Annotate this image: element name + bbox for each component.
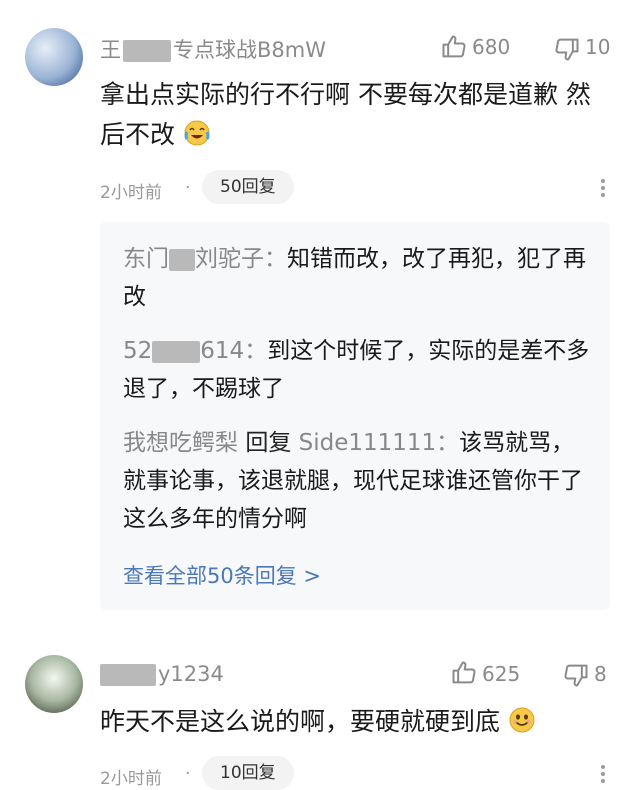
dislike-count: 8 [594,662,607,686]
view-all-replies-link[interactable]: 查看全部50条回复 > [123,560,321,590]
redacted-block [123,40,171,62]
more-options-icon[interactable] [600,764,606,787]
like-count: 680 [472,35,511,59]
like-count: 625 [482,662,521,686]
redacted-block [152,340,201,363]
thumbs-down-icon[interactable] [553,35,581,63]
comment-body: 拿出点实际的行不行啊 不要每次都是道歉 然后不改 [100,80,591,149]
reply-item: 东门 刘驼子：知错而改，改了再犯，犯了再改 [123,240,593,316]
crying-laughing-face-icon [183,119,211,147]
author-name-prefix: 王 [100,38,121,62]
avatar[interactable] [25,655,83,713]
reply-item: 我想吃鳄梨 回复 Side111111：该骂就骂，就事论事，该退就腿，现代足球谁… [123,424,593,538]
reply-separator: ： [244,338,268,364]
reply-author-prefix: 52 [123,338,153,364]
reply-author[interactable]: 52 614： [123,338,267,364]
redacted-block [169,248,195,271]
separator-dot: · [185,764,191,784]
reply-thread: 东门 刘驼子：知错而改，改了再犯，犯了再改 52 614：到这个时候了，实际的是差不… [100,222,610,610]
thumbs-up-icon[interactable] [450,659,478,687]
author-name-suffix: 专点球战B8mW [173,38,326,62]
reply-target[interactable]: Side111111： [299,430,460,456]
more-options-icon[interactable] [600,178,606,201]
reply-author-suffix: 614 [200,338,245,364]
comment-author[interactable]: 王 专点球战B8mW [100,34,326,64]
reply-separator: ： [436,430,460,456]
comment-text: 拿出点实际的行不行啊 不要每次都是道歉 然后不改 [100,75,600,155]
comment-body: 昨天不是这么说的啊，要硬就硬到底 [100,707,501,736]
reply-author[interactable]: 我想吃鳄梨 [123,430,238,456]
smiling-face-icon [508,706,536,734]
thumbs-down-icon[interactable] [562,661,590,689]
redacted-block [100,664,156,686]
reply-count-button[interactable]: 50回复 [202,170,294,204]
reply-separator: ： [264,246,287,272]
avatar[interactable] [25,28,83,86]
reply-count-button[interactable]: 10回复 [202,756,294,790]
reply-author-suffix: 刘驼子 [195,246,264,272]
comment-author[interactable]: y1234 [100,662,224,686]
reply-target-name: Side111111 [298,430,437,456]
separator-dot: · [185,178,191,198]
comment-time: 2小时前 [100,769,162,789]
reply-author-prefix: 东门 [123,246,169,272]
author-name-suffix: y1234 [158,662,224,686]
reply-verb: 回复 [245,430,292,456]
thumbs-up-icon[interactable] [440,33,468,61]
comment-text: 昨天不是这么说的啊，要硬就硬到底 [100,702,600,742]
reply-author[interactable]: 东门 刘驼子： [123,246,287,272]
reply-item: 52 614：到这个时候了，实际的是差不多退了，不踢球了 [123,332,593,408]
comment-time: 2小时前 [100,183,162,203]
dislike-count: 10 [585,35,611,59]
